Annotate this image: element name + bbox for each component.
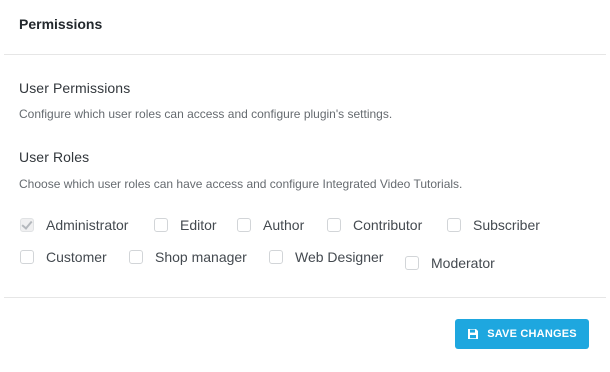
role-checkbox-author[interactable] [237,218,251,232]
role-option-shop-manager[interactable]: Shop manager [129,249,247,265]
save-changes-label: SAVE CHANGES [487,328,577,340]
user-permissions-title: User Permissions [19,80,131,96]
role-label-administrator: Administrator [46,217,129,233]
role-checkbox-web-designer[interactable] [269,250,283,264]
role-checkbox-customer[interactable] [20,250,34,264]
role-option-editor[interactable]: Editor [154,217,217,233]
page-title: Permissions [19,16,103,32]
role-checkbox-editor[interactable] [154,218,168,232]
role-label-author: Author [263,217,305,233]
role-checkbox-subscriber[interactable] [447,218,461,232]
role-label-moderator: Moderator [431,255,495,271]
role-option-subscriber[interactable]: Subscriber [447,217,540,233]
role-label-subscriber: Subscriber [473,217,540,233]
role-option-author[interactable]: Author [237,217,304,233]
role-checkbox-administrator[interactable] [20,218,34,232]
role-checkbox-contributor[interactable] [327,218,341,232]
role-option-administrator[interactable]: Administrator [20,217,128,233]
role-label-shop-manager: Shop manager [155,249,247,265]
role-option-contributor[interactable]: Contributor [327,217,422,233]
role-label-web-designer: Web Designer [295,249,384,265]
floppy-disk-icon [468,329,479,339]
role-option-moderator[interactable]: Moderator [405,255,495,271]
role-label-customer: Customer [46,249,107,265]
footer-divider [4,297,606,298]
panel-header: Permissions [4,0,606,55]
user-roles-description: Choose which user roles can have access … [19,177,463,191]
role-checkbox-moderator[interactable] [405,256,419,270]
role-option-web-designer[interactable]: Web Designer [269,249,383,265]
role-label-contributor: Contributor [353,217,423,233]
role-option-customer[interactable]: Customer [20,249,107,265]
role-checkbox-shop-manager[interactable] [129,250,143,264]
role-label-editor: Editor [180,217,217,233]
checkmark-icon [21,218,33,230]
user-permissions-description: Configure which user roles can access an… [19,107,393,121]
save-changes-button[interactable]: SAVE CHANGES [455,319,589,349]
user-roles-title: User Roles [19,149,90,165]
